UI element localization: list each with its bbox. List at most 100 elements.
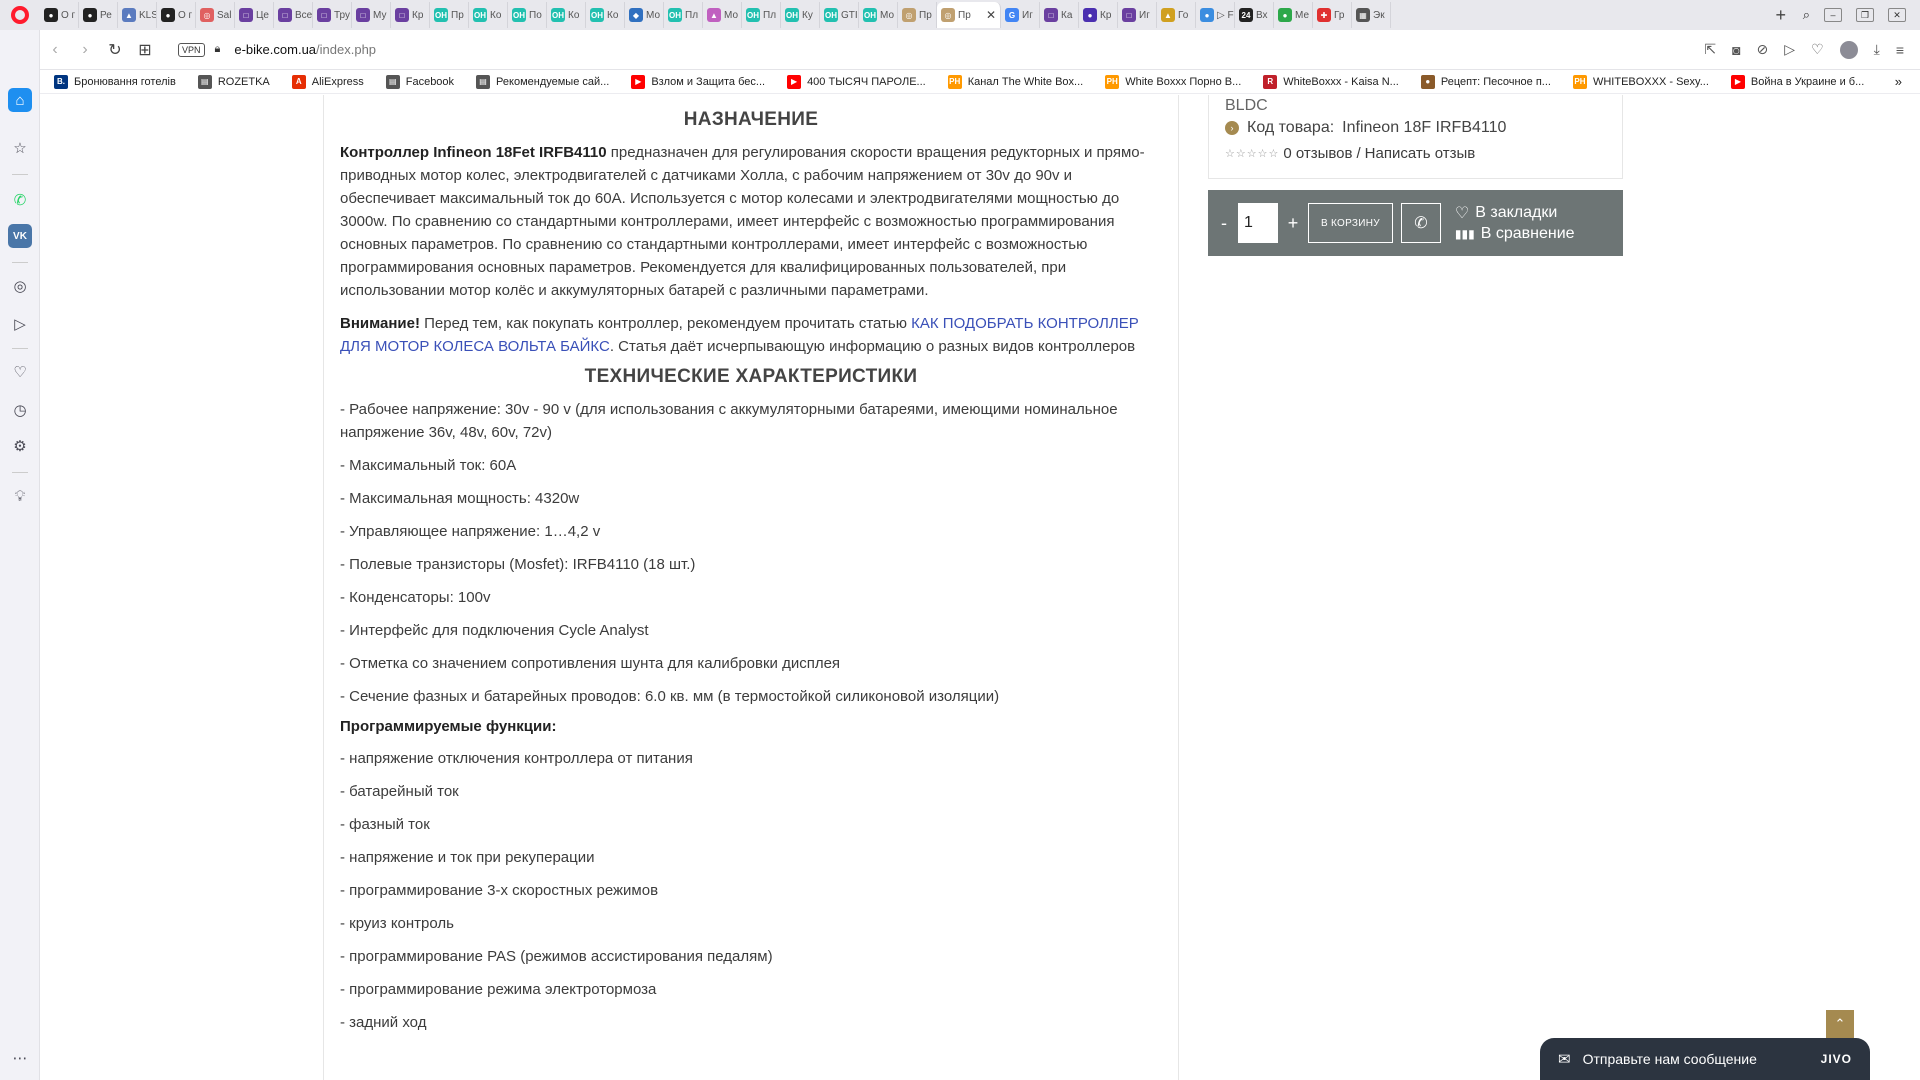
browser-tab[interactable]: OH Ку [781, 2, 820, 28]
browser-tab[interactable]: ▲ Го [1157, 2, 1196, 28]
minimize-button[interactable]: – [1824, 8, 1842, 22]
browser-tab[interactable]: OH По [508, 2, 547, 28]
bookmark-label: AliExpress [311, 75, 364, 88]
browser-tab[interactable]: ● Кр [1079, 2, 1118, 28]
bookmarks-bar: B. Бронювання готелів ▤ ROZETKA A AliExpress ▤… [40, 70, 1920, 94]
bookmark-favicon-icon: ▤ [385, 74, 400, 89]
whatsapp-icon[interactable]: ✆ [8, 188, 32, 212]
browser-tab[interactable]: 24 Вх [1235, 2, 1274, 28]
browser-tab[interactable]: ✚ Гр [1313, 2, 1352, 28]
browser-tab[interactable]: OH Мо [859, 2, 898, 28]
restore-button[interactable]: ❐ [1856, 8, 1874, 22]
browser-tab[interactable]: ● Ме [1274, 2, 1313, 28]
browser-tab[interactable]: ◆ Мо [625, 2, 664, 28]
bookmark-label: WhiteBoxxx - Kaisa N... [1283, 75, 1399, 88]
quantity-increase-button[interactable]: + [1286, 213, 1300, 234]
browser-tab[interactable]: OH Ко [547, 2, 586, 28]
quantity-input[interactable] [1238, 203, 1278, 243]
my-flow-icon[interactable]: ▷ [8, 312, 32, 336]
sidebar-more-icon[interactable]: ⋯ [8, 1046, 32, 1070]
bookmark-item[interactable]: PH White Boxxx Порно В... [1105, 74, 1241, 89]
menu-icon[interactable]: ≡ [1896, 42, 1904, 58]
browser-tab[interactable]: OH Пл [742, 2, 781, 28]
adblock-icon[interactable]: ⊘ [1757, 41, 1769, 58]
flow-icon[interactable]: ▷ [1784, 41, 1795, 58]
browser-tab[interactable]: ◎ Пр [898, 2, 937, 28]
tabs-overview-icon[interactable]: ⊞ [130, 40, 160, 60]
browser-tab[interactable]: OH Ко [469, 2, 508, 28]
bookmark-item[interactable]: ● Рецепт: Песочное п... [1420, 74, 1551, 89]
browser-tab[interactable]: OH GTI [820, 2, 859, 28]
reviews-link[interactable]: 0 отзывов [1283, 145, 1352, 162]
browser-tab[interactable]: G Иг [1001, 2, 1040, 28]
browser-tab[interactable]: □ Це [235, 2, 274, 28]
browser-tab[interactable]: □ Ка [1040, 2, 1079, 28]
browser-tab[interactable]: □ Все [274, 2, 313, 28]
browser-tab[interactable]: □ Му [352, 2, 391, 28]
tab-favicon-icon: ● [1278, 8, 1292, 22]
add-to-cart-button[interactable]: В КОРЗИНУ [1308, 203, 1393, 243]
history-icon[interactable]: ◷ [8, 398, 32, 422]
browser-tab[interactable]: ▦ Эк [1352, 2, 1391, 28]
scroll-to-top-button[interactable]: ⌃ [1826, 1010, 1854, 1038]
quantity-decrease-button[interactable]: - [1218, 213, 1230, 234]
browser-tab[interactable]: OH Пл [664, 2, 703, 28]
player-icon[interactable]: ◎ [8, 274, 32, 298]
browser-tab[interactable]: ◎ Sal [196, 2, 235, 28]
heart-icon: ♡ [1454, 205, 1470, 222]
close-tab-icon[interactable]: ✕ [986, 8, 996, 22]
bookmark-item[interactable]: ▶ 400 ТЫСЯЧ ПАРОЛЕ... [787, 74, 926, 89]
browser-tab[interactable]: ● О г [157, 2, 196, 28]
bookmark-item[interactable]: PH Канал The White Box... [947, 74, 1083, 89]
bookmark-item[interactable]: ▤ ROZETKA [197, 74, 270, 89]
browser-tab[interactable]: ▲ Мо [703, 2, 742, 28]
bookmark-item[interactable]: PH WHITEBOXXX - Sexy... [1572, 74, 1709, 89]
speed-dial-icon[interactable]: ☆ [8, 136, 32, 160]
home-icon[interactable]: ⌂ [8, 88, 32, 112]
write-review-link[interactable]: Написать отзыв [1365, 145, 1476, 162]
snapshot-icon[interactable]: ◙ [1732, 42, 1740, 58]
browser-tab[interactable]: ▲ KLS [118, 2, 157, 28]
reload-button[interactable]: ↻ [100, 40, 130, 60]
forward-button[interactable]: › [70, 41, 100, 59]
browser-tab[interactable]: □ Тру [313, 2, 352, 28]
browser-tab[interactable]: OH Пр [430, 2, 469, 28]
bookmark-item[interactable]: B. Бронювання готелів [54, 74, 176, 89]
browser-tab[interactable]: ● ▷ F [1196, 2, 1235, 28]
back-button[interactable]: ‹ [40, 41, 70, 59]
settings-gear-icon[interactable]: ⚙ [8, 434, 32, 458]
heart-icon[interactable]: ♡ [1811, 41, 1824, 58]
tips-bulb-icon[interactable]: 💡︎ [8, 484, 32, 508]
add-to-wishlist-link[interactable]: ♡ В закладки [1455, 203, 1575, 223]
bookmarks-icon[interactable]: ♡ [8, 360, 32, 384]
opera-logo-icon[interactable] [0, 0, 40, 30]
vk-icon[interactable]: VK [8, 224, 32, 248]
web-page: НАЗНАЧЕНИЕ Контроллер Infineon 18Fet IRF… [40, 95, 1902, 1080]
bookmark-item[interactable]: ▶ Война в Украине и б... [1730, 74, 1864, 89]
browser-tab[interactable]: ● О г [40, 2, 79, 28]
window-controls: ⌕ – ❐ ✕ [1793, 7, 1920, 23]
add-to-compare-link[interactable]: ▮▮▮ В сравнение [1455, 225, 1575, 243]
vpn-badge[interactable]: VPN [178, 42, 205, 57]
phone-icon[interactable]: ✆ [1400, 203, 1441, 243]
avatar[interactable] [1839, 40, 1858, 59]
bookmark-item[interactable]: R WhiteBoxxx - Kaisa N... [1263, 74, 1399, 89]
new-tab-button[interactable]: + [1769, 5, 1793, 26]
browser-tab[interactable]: OH Ко [586, 2, 625, 28]
bookmark-item[interactable]: ▤ Рекомендуемые сай... [476, 74, 609, 89]
url-field[interactable]: e-bike.com.ua/index.php [234, 42, 376, 57]
lock-icon[interactable]: 🔒︎ [215, 43, 221, 56]
browser-tab[interactable]: ● Ре [79, 2, 118, 28]
send-icon[interactable]: ⇱ [1704, 41, 1716, 58]
bookmarks-more-button[interactable]: » [1895, 74, 1902, 89]
bookmark-item[interactable]: ▶ Взлом и Защита бес... [631, 74, 765, 89]
browser-tab[interactable]: □ Кр [391, 2, 430, 28]
browser-tab[interactable]: ◎ Пр ✕ [937, 2, 1001, 28]
chat-widget[interactable]: ✉ Отправьте нам сообщение JIVO [1540, 1038, 1870, 1080]
bookmark-item[interactable]: ▤ Facebook [385, 74, 454, 89]
bookmark-item[interactable]: A AliExpress [291, 74, 364, 89]
tab-search-icon[interactable]: ⌕ [1803, 7, 1810, 23]
browser-tab[interactable]: □ Иг [1118, 2, 1157, 28]
download-icon[interactable]: ⤓ [1874, 41, 1880, 58]
close-window-button[interactable]: ✕ [1888, 8, 1906, 22]
